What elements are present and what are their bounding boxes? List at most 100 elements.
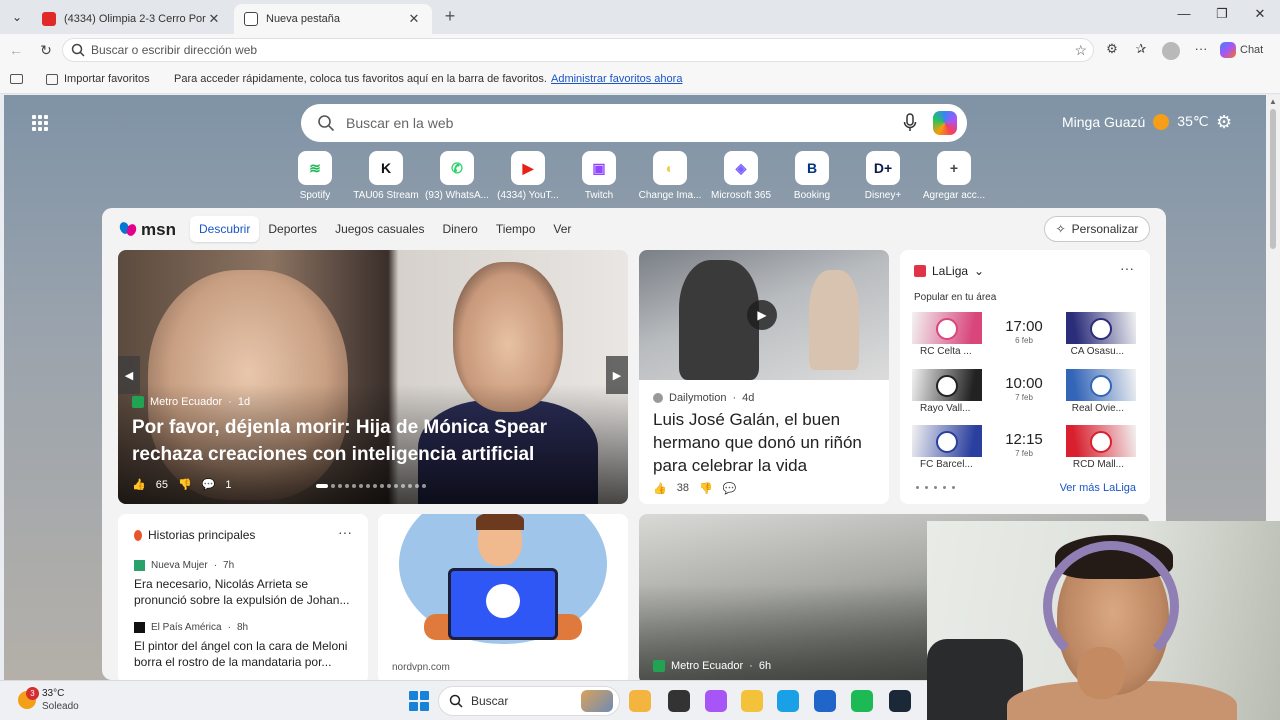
feed-nav-weather[interactable]: Tiempo xyxy=(487,216,545,242)
quick-link[interactable]: ▣ Twitch xyxy=(561,151,637,201)
terminal-icon[interactable] xyxy=(668,690,690,712)
scroll-up-icon[interactable]: ▲ xyxy=(1269,97,1277,106)
like-icon[interactable]: 👍 xyxy=(653,482,667,495)
app-launcher-icon[interactable] xyxy=(32,115,48,131)
taskbar-weather[interactable]: 3 33°C Soleado xyxy=(18,687,79,713)
match-row[interactable]: 17:00 6 feb RC Celta ... CA Osasu... xyxy=(912,312,1136,360)
like-icon[interactable]: 👍 xyxy=(132,478,146,491)
quick-link[interactable]: + Agregar acc... xyxy=(916,151,992,201)
twitch-icon: ▣ xyxy=(582,151,616,185)
store-icon[interactable] xyxy=(814,690,836,712)
tab-new-tab[interactable]: Nueva pestaña ✕ xyxy=(234,4,432,34)
feed-nav-discover[interactable]: Descubrir xyxy=(190,216,260,242)
quick-link-label: Twitch xyxy=(584,190,614,201)
dislike-icon[interactable]: 👎 xyxy=(699,482,713,495)
steam-icon[interactable] xyxy=(889,690,911,712)
story-item[interactable]: Nueva Mujer · 7h Era necesario, Nicolás … xyxy=(134,560,358,608)
close-tab-icon[interactable]: ✕ xyxy=(406,11,422,27)
manage-favorites-link[interactable]: Administrar favoritos ahora xyxy=(551,73,682,85)
profile-avatar[interactable] xyxy=(1162,42,1180,60)
scrollbar-thumb[interactable] xyxy=(1270,109,1276,249)
carousel-prev-icon[interactable]: ◀ xyxy=(118,356,140,394)
quick-link[interactable]: ✆ (93) WhatsA... xyxy=(419,151,495,201)
personalize-button[interactable]: ✧ Personalizar xyxy=(1044,216,1150,242)
spotify-icon[interactable] xyxy=(851,690,873,712)
dailymotion-logo-icon xyxy=(653,393,663,403)
laliga-header[interactable]: LaLiga ⌄ xyxy=(914,264,984,278)
hero-headline[interactable]: Por favor, déjenla morir: Hija de Mónica… xyxy=(132,414,602,468)
comment-icon[interactable]: 💬 xyxy=(202,478,216,491)
web-search-box[interactable]: Buscar en la web xyxy=(301,104,967,142)
carousel-next-icon[interactable]: ▶ xyxy=(606,356,628,394)
extensions-icon[interactable]: ⚙ xyxy=(1102,41,1122,59)
taskbar-search[interactable]: Buscar xyxy=(438,686,620,716)
feed-nav: Descubrir Deportes Juegos casuales Diner… xyxy=(190,216,580,242)
quick-link[interactable]: ◐ Change Ima... xyxy=(632,151,708,201)
feed-nav-money[interactable]: Dinero xyxy=(433,216,486,242)
restore-icon[interactable]: ❐ xyxy=(1204,6,1240,26)
msn-logo[interactable]: msn xyxy=(118,220,176,240)
edge-icon[interactable] xyxy=(777,690,799,712)
import-favorites-button[interactable]: Importar favoritos xyxy=(46,73,150,85)
top-stories-header: Historias principales xyxy=(134,528,255,542)
quick-link[interactable]: D+ Disney+ xyxy=(845,151,921,201)
match-time: 10:00 xyxy=(1005,375,1043,392)
feed-nav-sports[interactable]: Deportes xyxy=(259,216,326,242)
chevron-down-icon: ⌄ xyxy=(974,264,985,278)
more-options-icon[interactable]: ··· xyxy=(1120,260,1134,276)
navigation-bar: ← ↻ Buscar o escribir dirección web ☆ ⚙ … xyxy=(0,34,1280,66)
comment-icon[interactable]: 💬 xyxy=(723,482,737,495)
more-options-icon[interactable]: ··· xyxy=(338,524,352,540)
story-source-name: El País América xyxy=(151,622,222,633)
see-more-laliga-link[interactable]: Ver más LaLiga xyxy=(1060,482,1136,494)
new-tab-button[interactable]: + xyxy=(440,6,460,26)
sidebar-toggle-icon[interactable] xyxy=(10,74,23,84)
story-text: El pintor del ángel con la cara de Melon… xyxy=(134,639,348,669)
feed-nav-watch[interactable]: Ver xyxy=(544,216,580,242)
metro-ecuador-logo-icon xyxy=(132,396,144,408)
close-tab-icon[interactable]: ✕ xyxy=(206,11,222,27)
microphone-icon[interactable] xyxy=(903,113,917,133)
file-explorer-icon[interactable] xyxy=(629,690,651,712)
back-icon[interactable]: ← xyxy=(6,40,26,60)
tab-actions-menu-button[interactable]: ⌄ xyxy=(6,7,28,27)
close-window-icon[interactable]: ✕ xyxy=(1242,6,1278,26)
away-team-name: CA Osasu... xyxy=(1070,346,1124,357)
quick-link[interactable]: ▶ (4334) YouT... xyxy=(490,151,566,201)
folder-icon[interactable] xyxy=(741,690,763,712)
dislike-icon[interactable]: 👎 xyxy=(178,478,192,491)
home-team-crest-icon xyxy=(936,431,958,453)
tab-youtube[interactable]: (4334) Olimpia 2-3 Cerro Porteño ✕ xyxy=(32,4,232,34)
match-row[interactable]: 12:15 7 feb FC Barcel... RCD Mall... xyxy=(912,425,1136,473)
match-row[interactable]: 10:00 7 feb Rayo Vall... Real Ovie... xyxy=(912,369,1136,417)
ad-card[interactable]: nordvpn.com xyxy=(378,514,628,680)
carousel-dots[interactable] xyxy=(316,484,426,488)
copilot-icon[interactable] xyxy=(705,690,727,712)
story-item[interactable]: El País América · 8h El pintor del ángel… xyxy=(134,622,358,670)
windows-start-icon[interactable] xyxy=(409,691,429,711)
quick-link[interactable]: K TAU06 Stream xyxy=(348,151,424,201)
copilot-icon[interactable] xyxy=(933,111,957,135)
widget-pagination[interactable] xyxy=(916,486,955,489)
quick-link[interactable]: ≋ Spotify xyxy=(277,151,353,201)
favorites-icon[interactable]: ✰ xyxy=(1131,41,1151,59)
minimize-icon[interactable]: — xyxy=(1166,6,1202,26)
story-source: El País América · 8h xyxy=(134,622,358,633)
article-headline[interactable]: Luis José Galán, el buen hermano que don… xyxy=(653,408,879,477)
msn-brand: msn xyxy=(141,220,176,239)
weather-widget[interactable]: Minga Guazú 35℃ xyxy=(1062,113,1209,130)
favorite-star-icon[interactable]: ☆ xyxy=(1074,42,1087,59)
kick-icon: K xyxy=(369,151,403,185)
address-bar[interactable]: Buscar o escribir dirección web ☆ xyxy=(62,38,1094,62)
refresh-icon[interactable]: ↻ xyxy=(36,40,56,60)
home-team-name: FC Barcel... xyxy=(920,459,973,470)
quick-link[interactable]: B Booking xyxy=(774,151,850,201)
hero-carousel[interactable]: ◀ ▶ Metro Ecuador · 1d Por favor, déjenl… xyxy=(118,250,628,504)
video-article-card[interactable]: ▶ Dailymotion · 4d Luis José Galán, el b… xyxy=(639,250,889,504)
feed-nav-casual-games[interactable]: Juegos casuales xyxy=(326,216,433,242)
more-options-icon[interactable]: ··· xyxy=(1191,41,1211,59)
play-icon[interactable]: ▶ xyxy=(747,300,777,330)
copilot-chat-button[interactable]: Chat xyxy=(1220,39,1274,61)
quick-link[interactable]: ◈ Microsoft 365 xyxy=(703,151,779,201)
page-settings-icon[interactable]: ⚙ xyxy=(1216,112,1232,133)
